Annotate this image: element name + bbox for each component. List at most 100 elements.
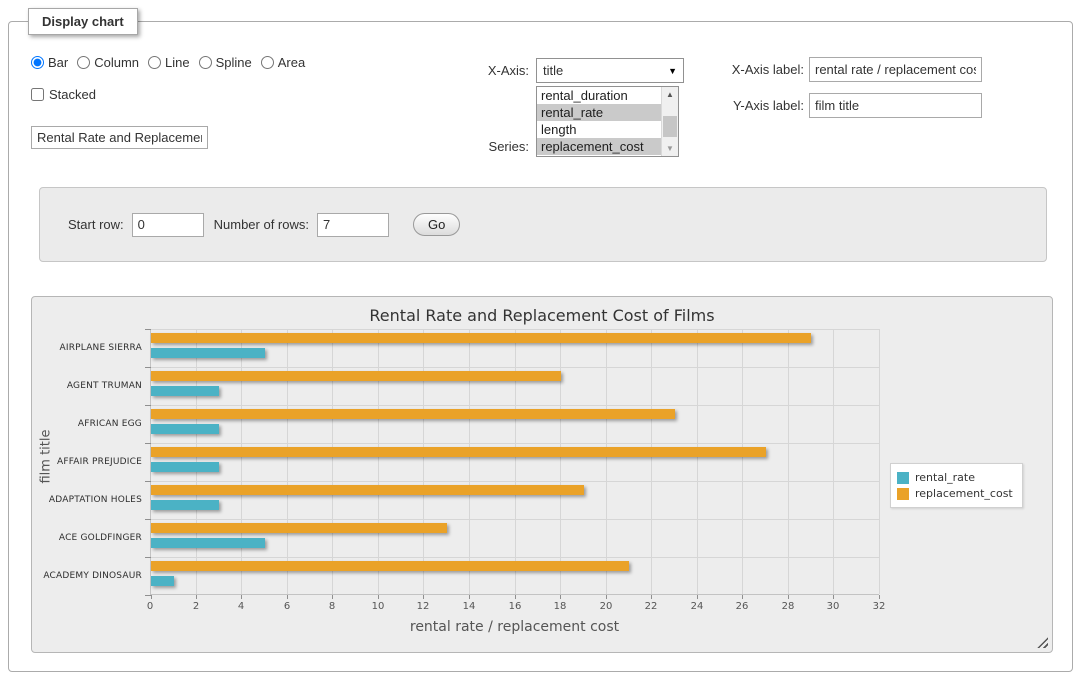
category-label: AGENT TRUMAN [32,367,142,405]
gridline-v [287,329,288,594]
x-tick-label: 6 [272,601,302,612]
y-tick-mark [145,595,151,596]
x-tick-mark [332,595,333,599]
category-label: AIRPLANE SIERRA [32,329,142,367]
category-label: AFRICAN EGG [32,405,142,443]
x-tick-label: 26 [727,601,757,612]
gridline-h [151,481,879,482]
scrollbar-down-icon[interactable]: ▼ [662,141,678,156]
category-label: AFFAIR PREJUDICE [32,443,142,481]
x-tick-mark [287,595,288,599]
go-button[interactable]: Go [413,213,460,236]
bar-rental_rate [151,538,265,548]
legend-swatch [897,472,909,484]
radio-area[interactable]: Area [261,55,305,70]
stacked-checkbox[interactable] [31,88,44,101]
series-option-length[interactable]: length [537,121,661,138]
bar-replacement_cost [151,485,584,495]
radio-line-label: Line [165,55,190,70]
x-tick-mark [833,595,834,599]
gridline-v [423,329,424,594]
fieldset-legend: Display chart [28,8,138,35]
radio-column[interactable]: Column [77,55,139,70]
category-label: ACE GOLDFINGER [32,519,142,557]
bar-replacement_cost [151,371,561,381]
y-tick-mark [145,443,151,444]
gridline-h [151,557,879,558]
y-tick-mark [145,367,151,368]
gridline-v [651,329,652,594]
x-tick-mark [515,595,516,599]
bar-replacement_cost [151,523,447,533]
x-tick-label: 16 [500,601,530,612]
radio-bar-input[interactable] [31,56,44,69]
gridline-v [560,329,561,594]
series-option-replacement-cost[interactable]: replacement_cost [537,138,661,155]
resize-handle[interactable] [1037,637,1048,648]
scrollbar-thumb[interactable] [663,116,677,137]
x-tick-label: 12 [408,601,438,612]
category-label: ADAPTATION HOLES [32,481,142,519]
x-tick-label: 22 [636,601,666,612]
x-tick-mark [423,595,424,599]
chart-type-radio-group: Bar Column Line Spline Area [31,55,305,70]
bar-replacement_cost [151,447,766,457]
radio-area-input[interactable] [261,56,274,69]
radio-line-input[interactable] [148,56,161,69]
x-tick-mark [742,595,743,599]
gridline-v [241,329,242,594]
x-tick-label: 0 [135,601,165,612]
y-tick-mark [145,519,151,520]
x-tick-mark [879,595,880,599]
radio-spline[interactable]: Spline [199,55,252,70]
x-axis-title: rental rate / replacement cost [150,619,879,635]
stacked-checkbox-row[interactable]: Stacked [31,87,96,102]
x-tick-mark [241,595,242,599]
series-options: rental_duration rental_rate length repla… [537,87,661,156]
x-axis-label-input[interactable] [809,57,982,82]
bar-rental_rate [151,500,219,510]
x-tick-mark [196,595,197,599]
gridline-h [151,519,879,520]
gridline-v [378,329,379,594]
gridline-v [879,329,880,594]
gridline-h [151,367,879,368]
start-row-label: Start row: [68,217,124,232]
gridline-h [151,329,879,330]
chart-title: Rental Rate and Replacement Cost of Film… [32,306,1052,325]
start-row-input[interactable] [132,213,204,237]
radio-line[interactable]: Line [148,55,190,70]
gridline-v [515,329,516,594]
radio-area-label: Area [278,55,305,70]
plot-area [150,329,879,595]
chart-panel: Rental Rate and Replacement Cost of Film… [31,296,1053,653]
bar-rental_rate [151,462,219,472]
series-listbox[interactable]: rental_duration rental_rate length repla… [536,86,679,157]
x-tick-label: 24 [682,601,712,612]
gridline-v [833,329,834,594]
x-tick-label: 4 [226,601,256,612]
radio-spline-input[interactable] [199,56,212,69]
legend-item-rental_rate[interactable]: rental_rate [897,471,1013,484]
bar-replacement_cost [151,333,811,343]
series-option-rental-duration[interactable]: rental_duration [537,87,661,104]
legend-item-replacement_cost[interactable]: replacement_cost [897,487,1013,500]
x-axis-select-label: X-Axis: [429,58,529,83]
chart-title-input[interactable] [31,126,208,149]
series-option-rental-rate[interactable]: rental_rate [537,104,661,121]
x-axis-label-label: X-Axis label: [659,57,804,82]
x-tick-mark [651,595,652,599]
x-tick-mark [151,595,152,599]
x-tick-label: 30 [818,601,848,612]
radio-column-input[interactable] [77,56,90,69]
x-tick-label: 8 [317,601,347,612]
y-axis-label-input[interactable] [809,93,982,118]
num-rows-label: Number of rows: [214,217,309,232]
x-tick-mark [560,595,561,599]
gridline-v [606,329,607,594]
radio-spline-label: Spline [216,55,252,70]
x-tick-mark [606,595,607,599]
display-chart-fieldset: Bar Column Line Spline Area Stacked X-Ax… [8,21,1073,672]
num-rows-input[interactable] [317,213,389,237]
radio-bar[interactable]: Bar [31,55,68,70]
